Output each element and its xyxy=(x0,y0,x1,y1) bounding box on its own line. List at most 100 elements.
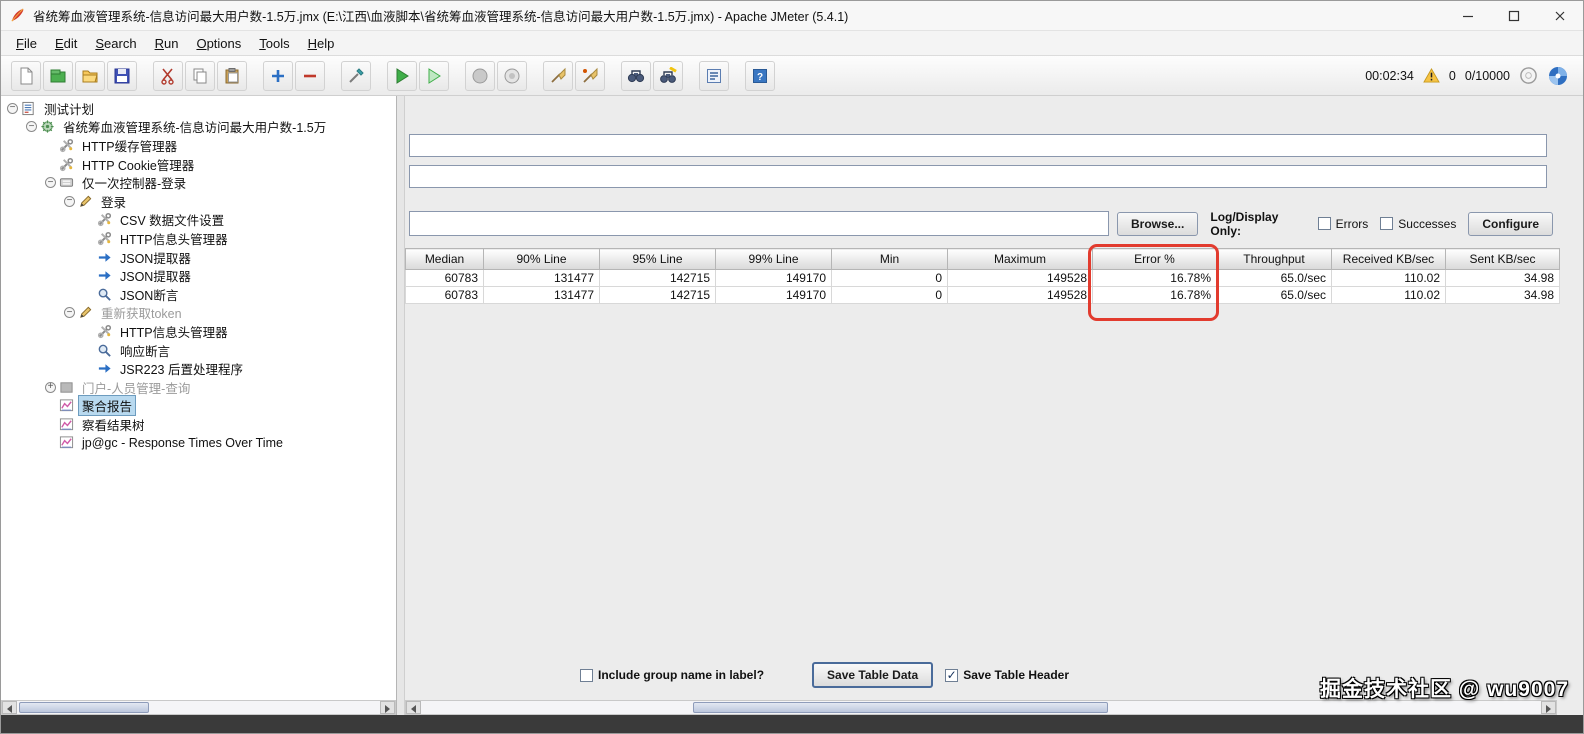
tree-h-scrollbar-track[interactable] xyxy=(17,701,380,714)
column-header[interactable]: 95% Line xyxy=(599,248,716,270)
table-cell: 16.78% xyxy=(1092,286,1217,304)
collapse-handle-icon[interactable]: − xyxy=(7,102,18,114)
browse-button[interactable]: Browse... xyxy=(1117,211,1199,236)
arrow-icon xyxy=(97,268,112,283)
table-row[interactable]: 60783 131477 142715 149170 0 149528 16.78% 65.0… xyxy=(405,286,1560,304)
tree-item[interactable]: HTTP Cookie管理器 xyxy=(1,155,396,174)
menu-options[interactable]: Options xyxy=(187,33,250,54)
status-circle-icon[interactable] xyxy=(1519,66,1538,85)
name-field[interactable] xyxy=(409,134,1547,157)
copy-button[interactable] xyxy=(185,60,215,91)
menu-edit[interactable]: Edit xyxy=(46,33,86,54)
menu-tools[interactable]: Tools xyxy=(250,33,298,54)
shutdown-button[interactable] xyxy=(497,60,527,91)
tree-item[interactable]: JSR223 后置处理程序 xyxy=(1,359,396,378)
collapse-handle-icon[interactable]: − xyxy=(26,121,37,133)
clear-button[interactable] xyxy=(543,60,573,91)
main-h-scrollbar-thumb[interactable] xyxy=(693,702,1108,713)
warning-icon[interactable] xyxy=(1423,68,1440,83)
tree-h-scrollbar[interactable] xyxy=(1,700,396,715)
log-display-label: Log/Display Only: xyxy=(1210,209,1279,238)
maximize-button[interactable] xyxy=(1491,1,1537,31)
function-helper-button[interactable] xyxy=(699,60,729,91)
tree-item[interactable]: − 重新获取token xyxy=(1,304,396,323)
configure-button[interactable]: Configure xyxy=(1468,211,1553,236)
tree-item[interactable]: CSV 数据文件设置 xyxy=(1,211,396,230)
function-icon xyxy=(705,67,723,85)
tree-item[interactable]: 聚合报告 xyxy=(1,395,396,417)
tree-item[interactable]: HTTP信息头管理器 xyxy=(1,229,396,248)
close-button[interactable] xyxy=(1537,1,1583,31)
collapse-handle-icon[interactable]: − xyxy=(45,177,56,189)
column-header[interactable]: 99% Line xyxy=(715,248,832,270)
cut-button[interactable] xyxy=(153,60,183,91)
save-table-data-button[interactable]: Save Table Data xyxy=(812,662,934,688)
elapsed-time: 00:02:34 xyxy=(1365,68,1414,83)
paste-button[interactable] xyxy=(217,60,247,91)
menu-help[interactable]: Help xyxy=(299,33,344,54)
minimize-button[interactable] xyxy=(1445,1,1491,31)
filename-field[interactable] xyxy=(409,211,1109,236)
column-header[interactable]: Sent KB/sec xyxy=(1445,248,1560,270)
tree-item[interactable]: − 仅一次控制器-登录 xyxy=(1,173,396,192)
templates-icon xyxy=(49,67,67,85)
tree-item[interactable]: HTTP缓存管理器 xyxy=(1,136,396,155)
help-button[interactable]: ? xyxy=(745,60,775,91)
menu-file[interactable]: File xyxy=(7,33,46,54)
errors-checkbox[interactable]: Errors xyxy=(1317,217,1368,231)
stop-icon xyxy=(471,67,489,85)
save-button[interactable] xyxy=(107,60,137,91)
checkbox-icon xyxy=(580,668,593,682)
expand-handle-icon[interactable]: + xyxy=(45,381,56,393)
clear-all-button[interactable] xyxy=(575,60,605,91)
split-pane-divider[interactable] xyxy=(397,96,405,715)
tree-item[interactable]: − 省统筹血液管理系统-信息访问最大用户数-1.5万 xyxy=(1,118,396,137)
tree-item[interactable]: JSON断言 xyxy=(1,285,396,304)
column-header[interactable]: Received KB/sec xyxy=(1331,248,1446,270)
tree-item[interactable]: 响应断言 xyxy=(1,341,396,360)
open-file-button[interactable] xyxy=(75,60,105,91)
column-header[interactable]: Error % xyxy=(1092,248,1217,270)
tree-item[interactable]: − 测试计划 xyxy=(1,99,396,118)
scroll-left-arrow-icon[interactable] xyxy=(406,701,421,714)
tree-item[interactable]: + 门户-人员管理-查询 xyxy=(1,378,396,397)
collapse-handle-icon[interactable]: − xyxy=(64,195,75,207)
include-group-name-checkbox[interactable]: Include group name in label? xyxy=(580,668,764,682)
broom-icon xyxy=(549,67,567,85)
tree-h-scrollbar-thumb[interactable] xyxy=(19,702,149,713)
successes-checkbox[interactable]: Successes xyxy=(1380,217,1456,231)
stop-button[interactable] xyxy=(465,60,495,91)
scroll-left-arrow-icon[interactable] xyxy=(2,701,17,714)
column-header[interactable]: Min xyxy=(831,248,948,270)
search-button[interactable] xyxy=(621,60,651,91)
table-bottom-controls: Include group name in label? Save Table … xyxy=(580,662,1069,688)
column-header[interactable]: Median xyxy=(405,248,484,270)
collapse-handle-icon[interactable]: − xyxy=(64,307,75,319)
toggle-button[interactable] xyxy=(341,60,371,91)
tree-item[interactable]: JSON提取器 xyxy=(1,266,396,285)
watermark: 掘金技术社区 @ wu9007 xyxy=(1319,678,1569,701)
menu-search[interactable]: Search xyxy=(86,33,145,54)
column-header[interactable]: 90% Line xyxy=(483,248,600,270)
scroll-right-arrow-icon[interactable] xyxy=(380,701,395,714)
new-file-button[interactable] xyxy=(11,60,41,91)
table-row[interactable]: 60783 131477 142715 149170 0 149528 16.78% 65.0… xyxy=(405,269,1560,287)
tree-item[interactable]: HTTP信息头管理器 xyxy=(1,322,396,341)
remove-button[interactable] xyxy=(295,60,325,91)
tree-item[interactable]: 察看结果树 xyxy=(1,415,396,434)
save-table-header-checkbox[interactable]: Save Table Header xyxy=(945,668,1069,682)
menu-run[interactable]: Run xyxy=(146,33,188,54)
write-results-row: Browse... Log/Display Only: Errors Succe… xyxy=(409,209,1553,238)
column-header[interactable]: Throughput xyxy=(1216,248,1332,270)
tree-item[interactable]: − 登录 xyxy=(1,192,396,211)
tree-item[interactable]: JSON提取器 xyxy=(1,248,396,267)
column-header[interactable]: Maximum xyxy=(947,248,1093,270)
templates-button[interactable] xyxy=(43,60,73,91)
pencil-icon xyxy=(78,194,93,209)
add-button[interactable] xyxy=(263,60,293,91)
start-no-timers-button[interactable] xyxy=(419,60,449,91)
search-reset-button[interactable] xyxy=(653,60,683,91)
tree-item[interactable]: jp@gc - Response Times Over Time xyxy=(1,434,396,453)
start-button[interactable] xyxy=(387,60,417,91)
comments-field[interactable] xyxy=(409,165,1547,188)
